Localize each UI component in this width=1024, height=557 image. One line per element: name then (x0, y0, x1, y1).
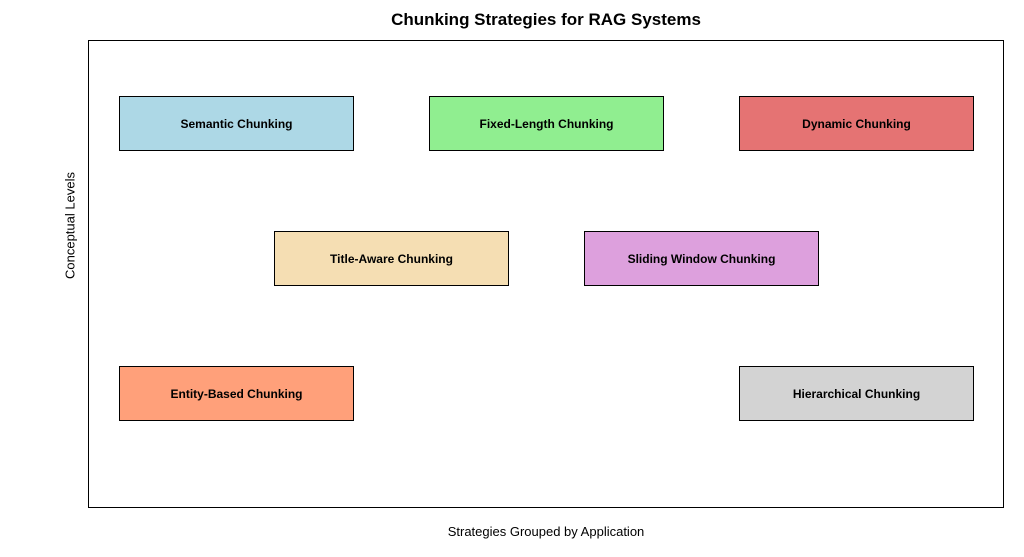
box-semantic-chunking: Semantic Chunking (119, 96, 354, 151)
diagram-container: Chunking Strategies for RAG Systems Sema… (88, 10, 1004, 517)
chart-area: Semantic Chunking Fixed-Length Chunking … (88, 40, 1004, 508)
chart-title: Chunking Strategies for RAG Systems (88, 10, 1004, 30)
box-hierarchical-chunking: Hierarchical Chunking (739, 366, 974, 421)
box-entity-based-chunking: Entity-Based Chunking (119, 366, 354, 421)
box-dynamic-chunking: Dynamic Chunking (739, 96, 974, 151)
y-axis-label: Conceptual Levels (63, 172, 78, 279)
box-fixed-length-chunking: Fixed-Length Chunking (429, 96, 664, 151)
box-title-aware-chunking: Title-Aware Chunking (274, 231, 509, 286)
box-sliding-window-chunking: Sliding Window Chunking (584, 231, 819, 286)
x-axis-label: Strategies Grouped by Application (448, 524, 645, 539)
